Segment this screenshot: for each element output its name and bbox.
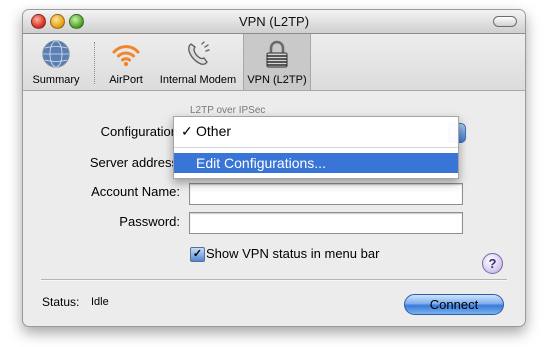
menu-item-other[interactable]: ✓ Other <box>174 121 458 141</box>
checkmark-icon: ✓ <box>181 123 193 139</box>
configuration-label: Configuration <box>100 124 178 139</box>
help-button[interactable]: ? <box>482 253 503 274</box>
status-label: Status: <box>42 295 80 309</box>
phone-icon <box>188 41 210 65</box>
configuration-popup-menu: ✓ Other Edit Configurations... <box>173 116 459 179</box>
toolbar-item-internal-modem[interactable]: Internal Modem <box>153 34 243 90</box>
toolbar-label-airport: AirPort <box>109 74 143 86</box>
menu-item-edit-configurations-label: Edit Configurations... <box>196 155 326 171</box>
menu-item-edit-configurations[interactable]: Edit Configurations... <box>174 153 458 173</box>
toolbar-label-vpn-l2tp: VPN (L2TP) <box>247 74 307 86</box>
show-vpn-status-checkbox[interactable]: ✓ <box>190 247 205 262</box>
lock-icon <box>266 40 288 68</box>
password-field[interactable] <box>189 212 463 234</box>
toolbar-separator <box>94 42 95 84</box>
server-address-label: Server address <box>89 155 178 170</box>
toolbar-item-airport[interactable]: AirPort <box>101 34 151 90</box>
pane-subtitle: L2TP over IPSec <box>190 105 266 116</box>
airport-icon <box>112 45 140 67</box>
toolbar-label-summary: Summary <box>32 74 80 86</box>
account-name-field[interactable] <box>189 183 463 205</box>
status-value: Idle <box>91 296 109 308</box>
status-divider <box>41 279 507 281</box>
show-vpn-status-label: Show VPN status in menu bar <box>206 246 380 261</box>
toolbar-item-summary[interactable]: Summary <box>25 34 87 90</box>
menu-separator <box>174 147 458 148</box>
globe-icon <box>42 40 70 68</box>
connect-button[interactable]: Connect <box>404 294 504 315</box>
account-name-label: Account Name: <box>91 184 180 199</box>
toolbar-label-internal-modem: Internal Modem <box>159 74 237 86</box>
toolbar-item-vpn-l2tp[interactable]: VPN (L2TP) <box>243 34 311 90</box>
menu-item-other-label: Other <box>196 123 232 139</box>
window-title: VPN (L2TP) <box>238 14 310 29</box>
password-label: Password: <box>119 214 180 229</box>
toolbar: Summary AirPort Internal Modem VPN (L2TP… <box>23 34 525 91</box>
title-bar[interactable]: VPN (L2TP) <box>23 10 525 34</box>
toolbar-toggle-button[interactable] <box>493 16 517 27</box>
